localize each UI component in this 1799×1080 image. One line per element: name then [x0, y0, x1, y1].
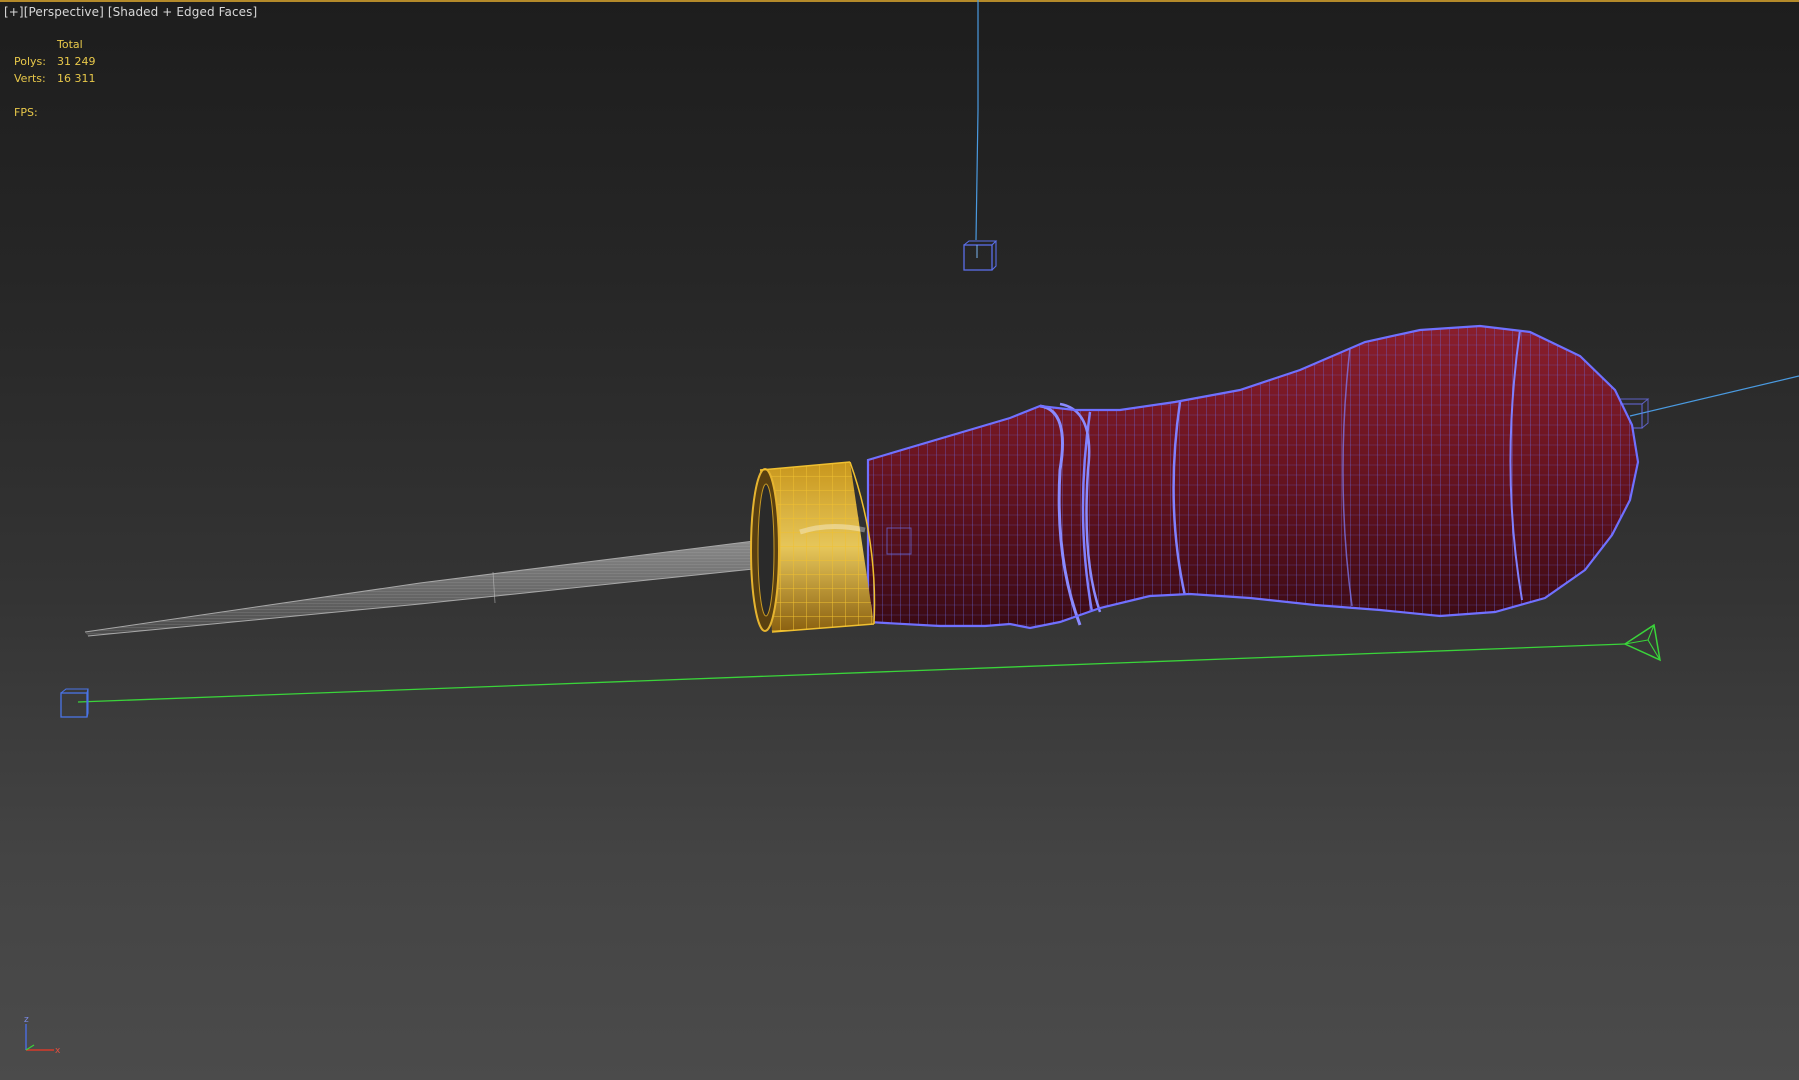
- perspective-viewport[interactable]: [+][Perspective] [Shaded + Edged Faces] …: [0, 0, 1799, 1080]
- camera-rig[interactable]: [60, 623, 1661, 718]
- axis-gizmo-icon: z x: [24, 1015, 61, 1056]
- axis-z-label: z: [24, 1015, 29, 1025]
- right-light[interactable]: [1613, 375, 1799, 429]
- camera-icon[interactable]: [1623, 623, 1661, 662]
- awl-blade[interactable]: [84, 538, 773, 637]
- awl-handle[interactable]: [860, 320, 1650, 630]
- target-cube-icon[interactable]: [60, 688, 89, 718]
- top-light[interactable]: [963, 0, 998, 271]
- scene-canvas[interactable]: [0, 0, 1799, 1080]
- axis-x-label: x: [55, 1046, 61, 1056]
- light-cube-icon[interactable]: [963, 240, 998, 271]
